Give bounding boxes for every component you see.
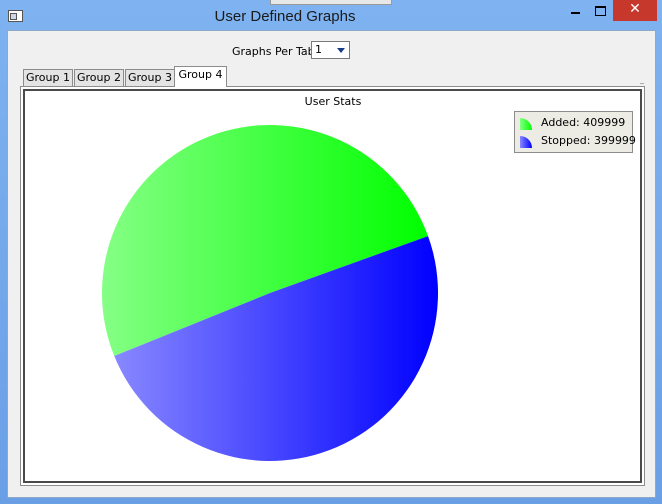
- tab-group-3[interactable]: Group 3: [125, 69, 175, 86]
- legend-label-stopped: Stopped: 399999: [541, 134, 636, 147]
- chart-title: User Stats: [305, 95, 362, 108]
- legend-swatch-stopped: [520, 136, 532, 148]
- graphs-per-tab-label: Graphs Per Tab: [232, 45, 315, 58]
- chevron-down-icon: [337, 48, 345, 53]
- tab-panel: User Stats Added: 409999 Stopped: 399999: [20, 86, 645, 486]
- window-client-area: Graphs Per Tab 1 Group 1 Group 2 Group 3…: [7, 30, 656, 498]
- tab-group-4[interactable]: Group 4: [174, 66, 227, 87]
- close-button[interactable]: ✕: [613, 0, 657, 21]
- graphs-per-tab-value: 1: [315, 43, 322, 56]
- tab-group-1[interactable]: Group 1: [23, 69, 73, 86]
- legend-label-added: Added: 409999: [541, 116, 626, 129]
- minimize-button[interactable]: [562, 0, 588, 21]
- tab-group-2[interactable]: Group 2: [74, 69, 124, 86]
- close-icon: ✕: [629, 1, 641, 17]
- title-bar[interactable]: User Defined Graphs ✕: [0, 0, 662, 30]
- chart-frame: User Stats Added: 409999 Stopped: 399999: [23, 89, 642, 483]
- legend-swatch-added: [520, 118, 532, 130]
- graphs-per-tab-select[interactable]: 1: [311, 41, 350, 59]
- chart-legend: Added: 409999 Stopped: 399999: [514, 111, 636, 153]
- app-window: User Defined Graphs ✕ Graphs Per Tab 1 G…: [0, 0, 662, 504]
- window-title: User Defined Graphs: [214, 8, 356, 25]
- maximize-button[interactable]: [588, 0, 614, 21]
